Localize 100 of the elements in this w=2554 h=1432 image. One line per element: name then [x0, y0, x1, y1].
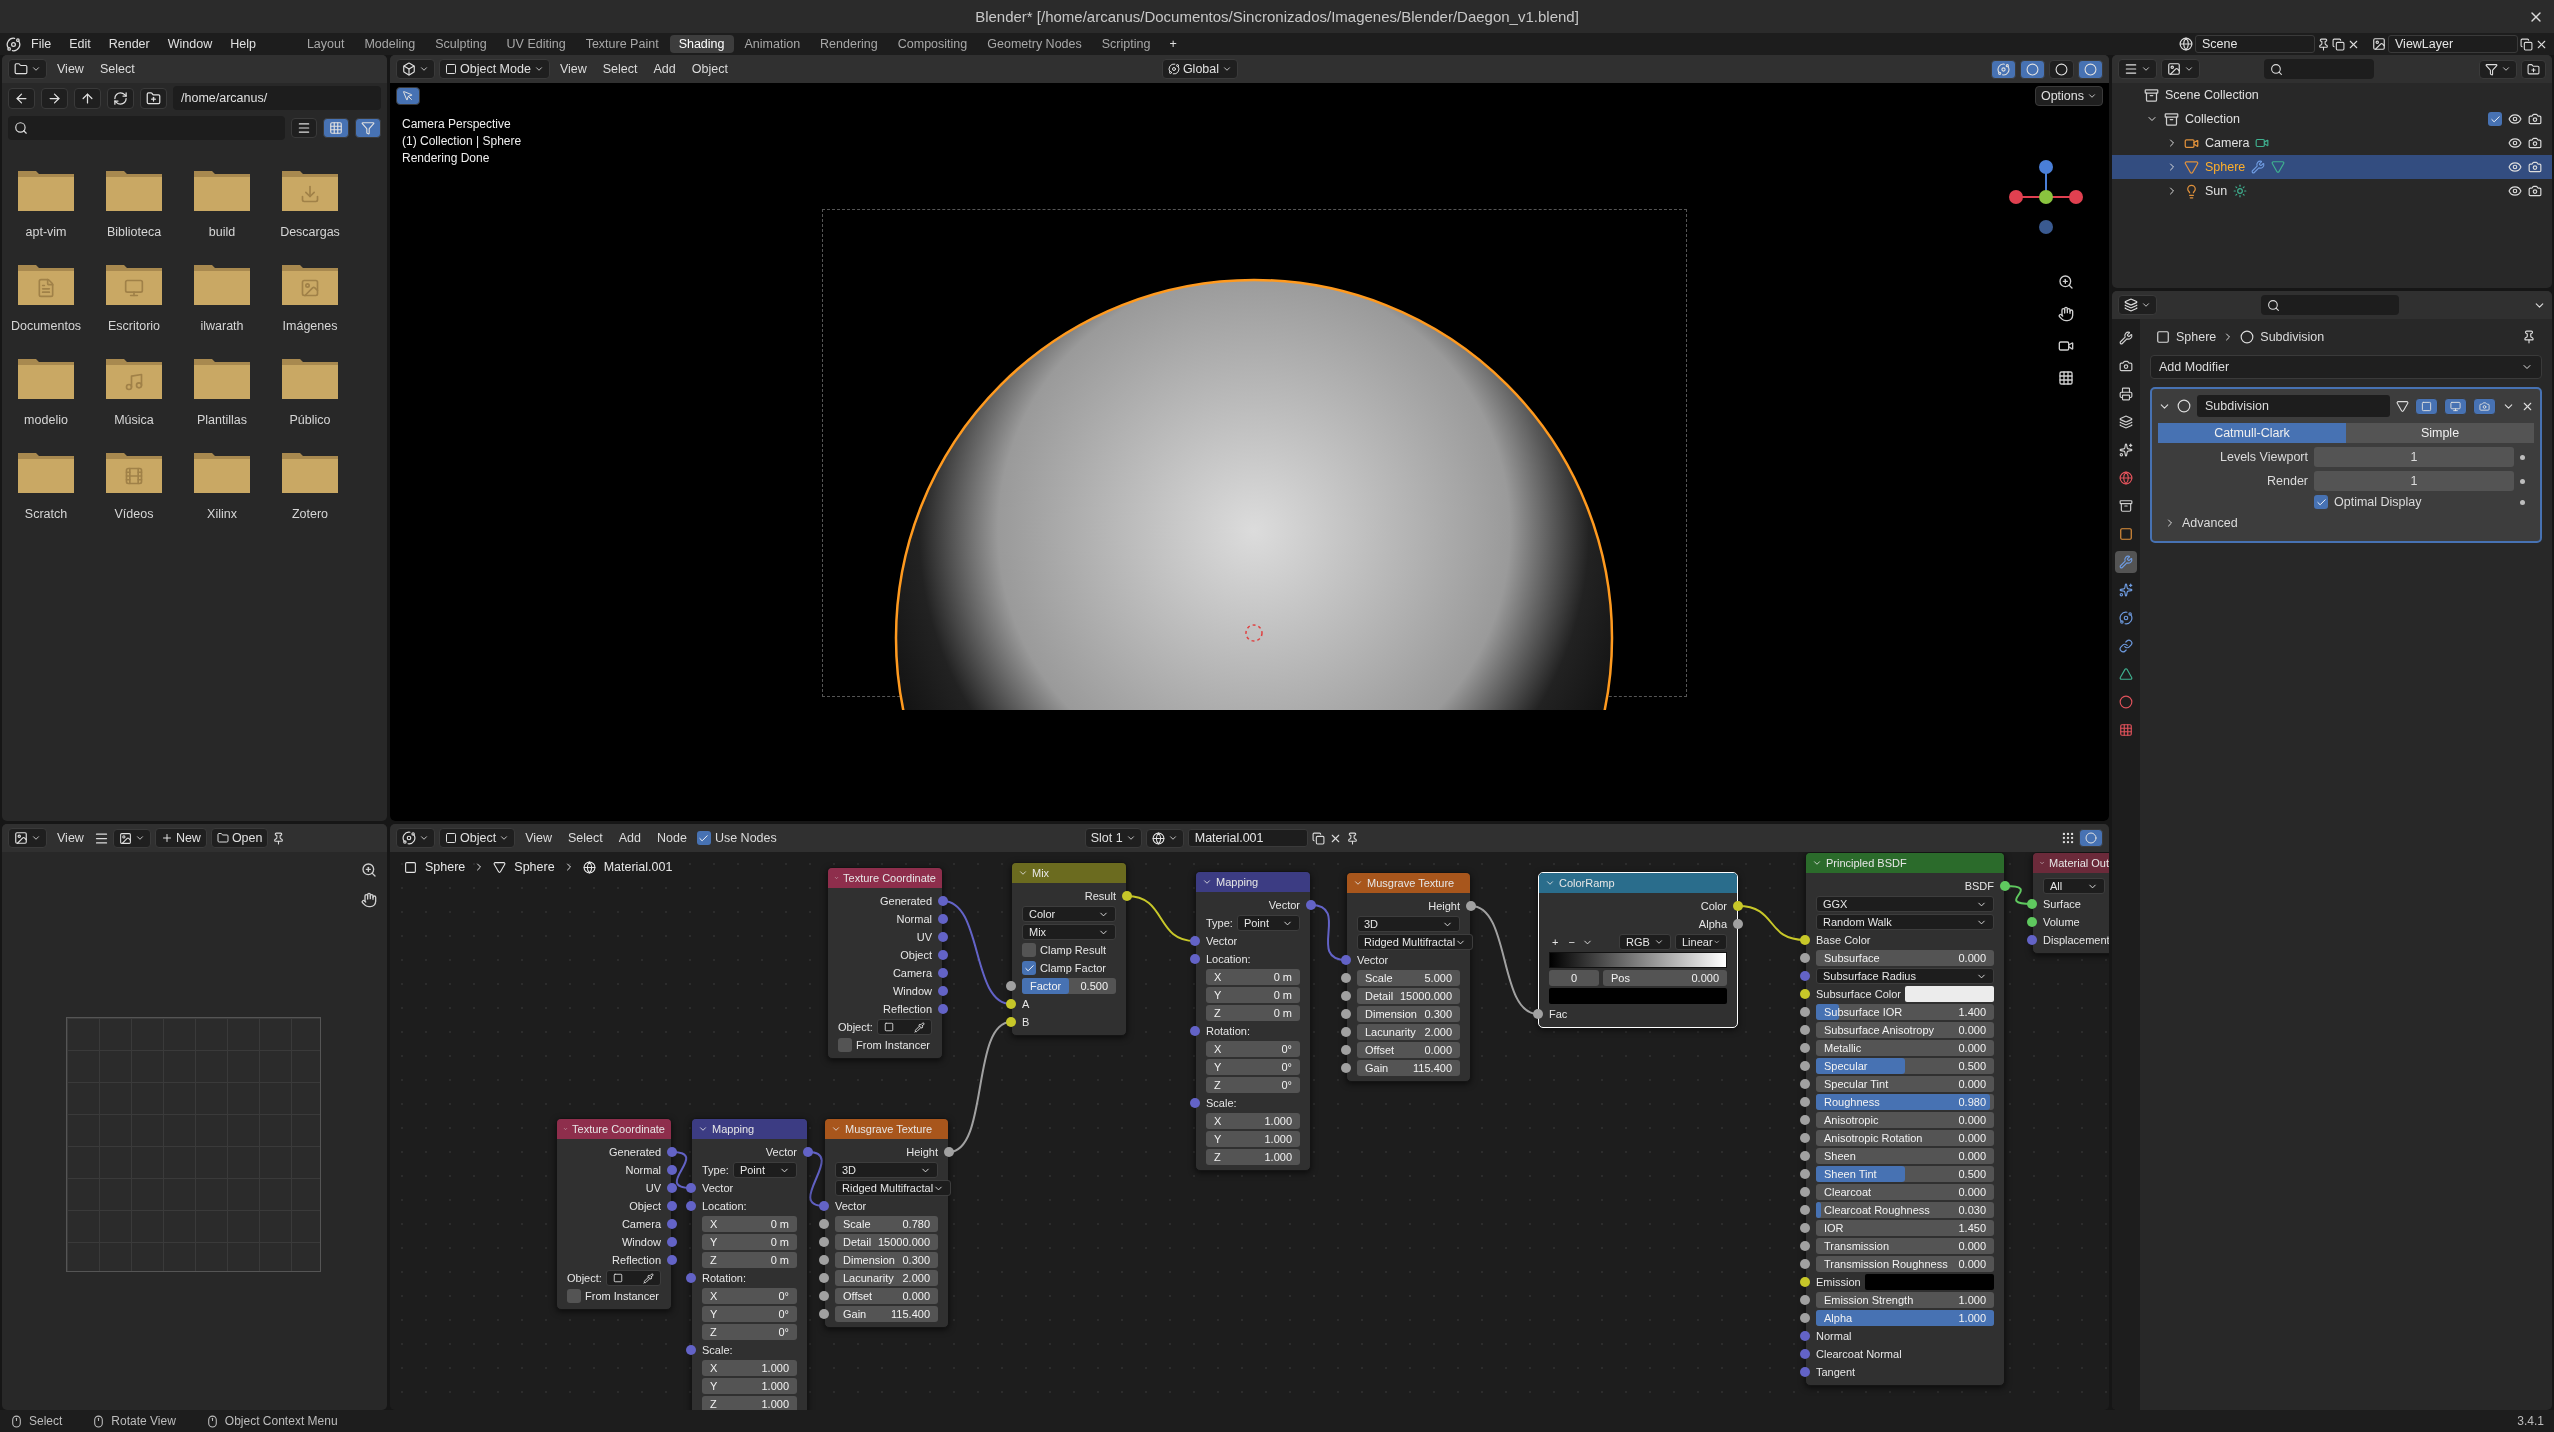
- value-field[interactable]: Specular Tint 0.000: [1816, 1076, 1994, 1092]
- value-field[interactable]: X 1.000: [1206, 1113, 1300, 1129]
- value-field[interactable]: Z 0°: [1206, 1077, 1300, 1093]
- node[interactable]: Mapping Vector Type: Point Vector Location: X 0 m Y 0 m Z 0 m Rotation: X 0° Y 0° Z 0° Scale: X 1.000 Y 1.000 Z 1.000: [691, 1118, 808, 1410]
- menu-item[interactable]: Select: [596, 62, 644, 76]
- subdivision-type-tab[interactable]: Catmull-Clark: [2158, 423, 2346, 443]
- outliner-row[interactable]: Camera: [2112, 131, 2552, 155]
- folder-name[interactable]: Documentos: [10, 319, 82, 333]
- menu-item[interactable]: Select: [562, 831, 609, 845]
- outliner-row[interactable]: Sun: [2112, 179, 2552, 203]
- value-field[interactable]: Y 0°: [1206, 1059, 1300, 1075]
- object-type-dropdown[interactable]: Object: [439, 828, 516, 848]
- node[interactable]: ColorRamp Color Alpha + − RGB Linear 0 Pos 0.000 Fac: [1538, 872, 1738, 1028]
- folder-name[interactable]: Música: [114, 413, 154, 427]
- folder-name[interactable]: Zotero: [291, 507, 329, 521]
- value-field[interactable]: Metallic 0.000: [1816, 1040, 1994, 1056]
- node[interactable]: Mapping Vector Type: Point Vector Location: X 0 m Y 0 m Z 0 m Rotation: X 0° Y 0° Z 0° Scale: X 1.000 Y 1.000 Z 1.000: [1195, 871, 1311, 1171]
- dropdown[interactable]: Ridged Multifractal: [835, 1180, 952, 1196]
- open-image-button[interactable]: Open: [210, 828, 269, 848]
- workspace-tab[interactable]: Modeling: [355, 35, 425, 53]
- value-field[interactable]: X 0°: [1206, 1041, 1300, 1057]
- value-field[interactable]: Detail 15000.000: [835, 1234, 938, 1250]
- workspace-tab[interactable]: Compositing: [888, 35, 977, 53]
- node-header[interactable]: Texture Coordinate: [828, 868, 942, 888]
- options-dropdown[interactable]: Options: [2034, 86, 2103, 106]
- node-header[interactable]: Mapping: [1196, 872, 1310, 892]
- folder-name[interactable]: Biblioteca: [106, 225, 162, 239]
- value-field[interactable]: Anisotropic Rotation 0.000: [1816, 1130, 1994, 1146]
- node-header[interactable]: Material Out: [2033, 853, 2109, 873]
- workspace-tab[interactable]: Geometry Nodes: [978, 35, 1091, 53]
- value-field[interactable]: Subsurface Anisotropy 0.000: [1816, 1022, 1994, 1038]
- value-field[interactable]: Sheen 0.000: [1816, 1148, 1994, 1164]
- node[interactable]: Texture Coordinate Generated Normal UV Object Camera Window Reflection Object: From Instancer: [556, 1118, 672, 1310]
- value-field[interactable]: Z 0 m: [702, 1252, 797, 1268]
- subdivision-type-tab[interactable]: Simple: [2346, 423, 2534, 443]
- value-field[interactable]: Y 0 m: [1206, 987, 1300, 1003]
- menu-item[interactable]: Add: [647, 62, 682, 76]
- node[interactable]: Texture Coordinate Generated Normal UV Object Camera Window Reflection Object: From Instancer: [827, 867, 943, 1059]
- dropdown[interactable]: Point: [732, 1162, 797, 1178]
- ramp-tool-button[interactable]: +: [1549, 936, 1562, 948]
- value-field[interactable]: IOR 1.450: [1816, 1220, 1994, 1236]
- ramp-tool-button[interactable]: −: [1565, 936, 1578, 948]
- outliner-label[interactable]: Collection: [2185, 112, 2240, 126]
- workspace-tab[interactable]: Rendering: [811, 35, 887, 53]
- value-field[interactable]: Sheen Tint 0.500: [1816, 1166, 1994, 1182]
- value-field[interactable]: Dimension 0.300: [835, 1252, 938, 1268]
- dropdown[interactable]: 3D: [835, 1162, 938, 1178]
- value-field[interactable]: Alpha 1.000: [1816, 1310, 1994, 1326]
- value-field[interactable]: Y 0°: [702, 1306, 797, 1322]
- value-field[interactable]: Clearcoat Roughness 0.030: [1816, 1202, 1994, 1218]
- node[interactable]: Musgrave Texture Height 3D Ridged Multifractal Vector Scale 5.000 Detail 15000.000 Dimension 0.300 Lacunarity 2.000 Offset 0.000 Gain 115.400: [1346, 872, 1471, 1082]
- slot-dropdown[interactable]: Slot 1: [1084, 828, 1142, 848]
- menu-item[interactable]: View: [51, 831, 90, 845]
- value-field[interactable]: Y 1.000: [1206, 1131, 1300, 1147]
- value-field[interactable]: Transmission Roughness 0.000: [1816, 1256, 1994, 1272]
- folder-name[interactable]: ilwarath: [200, 319, 244, 333]
- workspace-tab[interactable]: UV Editing: [497, 35, 575, 53]
- workspace-tab[interactable]: Scripting: [1092, 35, 1160, 53]
- dropdown[interactable]: Point: [1236, 915, 1300, 931]
- node-header[interactable]: Mapping: [692, 1119, 807, 1139]
- workspace-tab[interactable]: Texture Paint: [576, 35, 668, 53]
- menu-item[interactable]: View: [553, 62, 593, 76]
- dropdown[interactable]: All: [2043, 878, 2105, 894]
- folder-name[interactable]: apt-vim: [25, 225, 67, 239]
- workspace-tab[interactable]: Shading: [669, 35, 734, 53]
- node-header[interactable]: Texture Coordinate: [557, 1119, 671, 1139]
- index-field[interactable]: 0: [1549, 970, 1599, 986]
- view-layer-field[interactable]: ViewLayer: [2388, 35, 2518, 53]
- value-field[interactable]: Roughness 0.980: [1816, 1094, 1994, 1110]
- menu-item[interactable]: View: [51, 62, 90, 76]
- menu-item[interactable]: Render: [100, 36, 158, 52]
- outliner-row[interactable]: Sphere: [2112, 155, 2552, 179]
- workspace-tab[interactable]: Layout: [297, 35, 354, 53]
- folder-name[interactable]: Descargas: [280, 225, 340, 239]
- dropdown[interactable]: Random Walk: [1816, 914, 1994, 930]
- menu-item[interactable]: Help: [222, 36, 264, 52]
- dropdown[interactable]: GGX: [1816, 896, 1994, 912]
- outliner-label[interactable]: Camera: [2205, 136, 2250, 150]
- value-field[interactable]: Detail 15000.000: [1357, 988, 1460, 1004]
- add-modifier-dropdown[interactable]: Add Modifier: [2150, 355, 2542, 379]
- value-field[interactable]: Gain 115.400: [835, 1306, 938, 1322]
- node[interactable]: Musgrave Texture Height 3D Ridged Multifractal Vector Scale 0.780 Detail 15000.000 Dimension 0.300 Lacunarity 2.000 Offset 0.000 Gain 115.400: [824, 1118, 949, 1328]
- value-field[interactable]: Subsurface 0.000: [1816, 950, 1994, 966]
- folder-name[interactable]: build: [208, 225, 236, 239]
- value-field[interactable]: Lacunarity 2.000: [835, 1270, 938, 1286]
- value-field[interactable]: Lacunarity 2.000: [1357, 1024, 1460, 1040]
- menu-item[interactable]: File: [23, 36, 60, 52]
- dropdown[interactable]: Linear: [1675, 934, 1727, 950]
- folder-name[interactable]: modelio: [24, 413, 68, 427]
- value-field[interactable]: Emission Strength 1.000: [1816, 1292, 1994, 1308]
- material-name-field[interactable]: Material.001: [1187, 829, 1308, 847]
- folder-name[interactable]: Xilinx: [207, 507, 237, 521]
- value-field[interactable]: Scale 5.000: [1357, 970, 1460, 986]
- outliner-label[interactable]: Scene Collection: [2165, 88, 2259, 102]
- value-field[interactable]: X 0°: [702, 1288, 797, 1304]
- value-field[interactable]: Y 1.000: [702, 1378, 797, 1394]
- orientation-dropdown[interactable]: Global: [1161, 59, 1239, 79]
- value-field[interactable]: Dimension 0.300: [1357, 1006, 1460, 1022]
- value-field[interactable]: Specular 0.500: [1816, 1058, 1994, 1074]
- folder-name[interactable]: Plantillas: [197, 413, 247, 427]
